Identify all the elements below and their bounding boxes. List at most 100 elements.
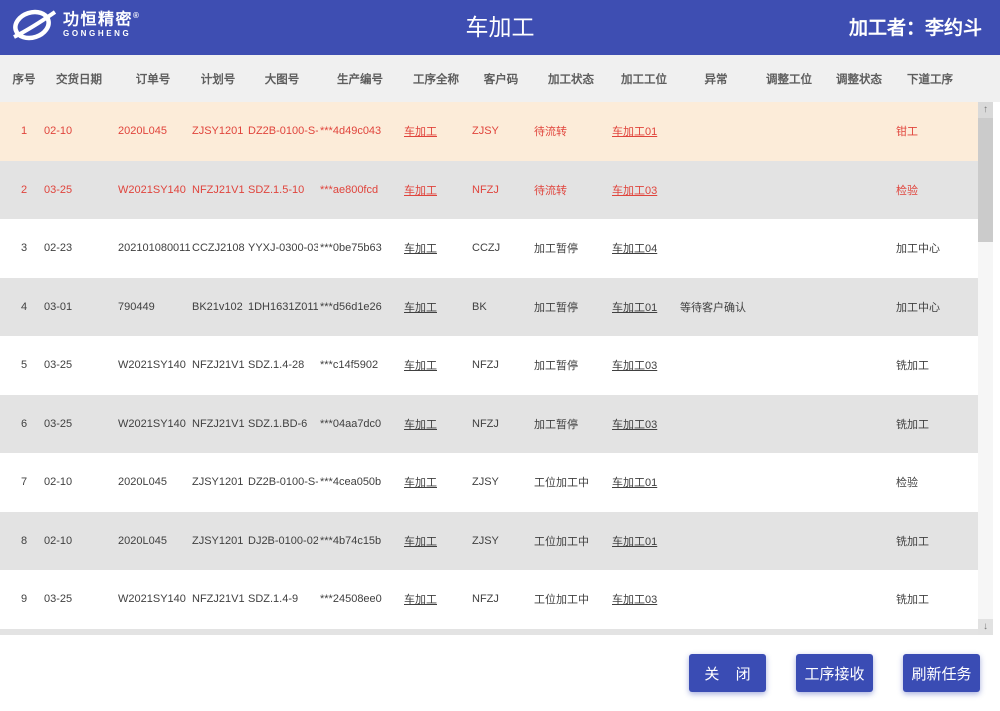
column-header: 加工状态 bbox=[532, 71, 610, 87]
table-cell-link[interactable]: 车加工 bbox=[402, 123, 470, 139]
table-cell-link[interactable]: 车加工 bbox=[402, 357, 470, 373]
lathe-processing-window: 功恒精密® GONGHENG 车加工 加工者：李约斗 序号交货日期订单号计划号大… bbox=[0, 0, 1000, 711]
refresh-tasks-button[interactable]: 刷新任务 bbox=[903, 654, 980, 692]
table-cell: 工位加工中 bbox=[532, 533, 610, 549]
table-cell: 03-25 bbox=[42, 593, 116, 605]
process-accept-button[interactable]: 工序接收 bbox=[796, 654, 873, 692]
footer-actions: 关 闭 工序接收 刷新任务 bbox=[0, 635, 1000, 711]
table-cell: W2021SY140 bbox=[116, 418, 190, 430]
table-cell: CCZJ2108 bbox=[190, 242, 246, 254]
table-cell: 03-25 bbox=[42, 359, 116, 371]
table-cell: 工位加工中 bbox=[532, 474, 610, 490]
table-cell: 加工暂停 bbox=[532, 240, 610, 256]
column-header: 调整工位 bbox=[754, 71, 824, 87]
table-cell: NFZJ21V1 bbox=[190, 418, 246, 430]
table-row[interactable]: 203-25W2021SY140NFZJ21V1SDZ.1.5-10***ae8… bbox=[0, 161, 978, 220]
table-cell: W2021SY140 bbox=[116, 184, 190, 196]
table-cell: 加工中心 bbox=[894, 240, 966, 256]
table-cell-link[interactable]: 车加工01 bbox=[610, 474, 678, 490]
table-cell: ZJSY1201 bbox=[190, 125, 246, 137]
table-cell-link[interactable]: 车加工 bbox=[402, 182, 470, 198]
table-cell-link[interactable]: 车加工 bbox=[402, 416, 470, 432]
app-header: 功恒精密® GONGHENG 车加工 加工者：李约斗 bbox=[0, 0, 1000, 55]
table-cell-link[interactable]: 车加工 bbox=[402, 474, 470, 490]
table-cell: 加工暂停 bbox=[532, 416, 610, 432]
table-row[interactable]: 702-102020L045ZJSY1201DZ2B-0100-S-N.1***… bbox=[0, 453, 978, 512]
table-cell: NFZJ bbox=[470, 184, 532, 196]
table-cell: 5 bbox=[6, 359, 42, 371]
table-cell: CCZJ bbox=[470, 242, 532, 254]
table-cell: DZ2B-0100-S-N- bbox=[246, 125, 318, 137]
table-cell-link[interactable]: 车加工 bbox=[402, 591, 470, 607]
column-header: 客户码 bbox=[470, 71, 532, 87]
table-body: 102-102020L045ZJSY1201DZ2B-0100-S-N-***4… bbox=[0, 102, 1000, 629]
table-cell: ***ae800fcd bbox=[318, 184, 402, 196]
table-cell-link[interactable]: 车加工03 bbox=[610, 182, 678, 198]
table-cell-link[interactable]: 车加工 bbox=[402, 533, 470, 549]
table-cell: 03-25 bbox=[42, 418, 116, 430]
operator-label: 加工者：李约斗 bbox=[849, 0, 982, 55]
table-cell: ***24508ee0 bbox=[318, 593, 402, 605]
table-cell: 铣加工 bbox=[894, 533, 966, 549]
scrollbar-thumb[interactable] bbox=[978, 118, 993, 242]
table-row[interactable]: 403-01790449BK21v1021DH1631Z011***d56d1e… bbox=[0, 278, 978, 337]
column-header: 交货日期 bbox=[42, 71, 116, 87]
table-cell: 待流转 bbox=[532, 182, 610, 198]
table-cell-link[interactable]: 车加工01 bbox=[610, 533, 678, 549]
table-cell: ***04aa7dc0 bbox=[318, 418, 402, 430]
column-header: 调整状态 bbox=[824, 71, 894, 87]
table-cell: 4 bbox=[6, 301, 42, 313]
column-header: 计划号 bbox=[190, 71, 246, 87]
table-cell: NFZJ bbox=[470, 359, 532, 371]
column-header: 生产编号 bbox=[318, 71, 402, 87]
table-cell: 2020L045 bbox=[116, 535, 190, 547]
table-cell: W2021SY140 bbox=[116, 593, 190, 605]
close-button[interactable]: 关 闭 bbox=[689, 654, 766, 692]
table-cell: BK bbox=[470, 301, 532, 313]
table-row[interactable]: 302-23202101080011CCZJ2108YYXJ-0300-03**… bbox=[0, 219, 978, 278]
table-cell-link[interactable]: 车加工03 bbox=[610, 591, 678, 607]
table-cell: 加工中心 bbox=[894, 299, 966, 315]
table-cell-link[interactable]: 车加工03 bbox=[610, 357, 678, 373]
table-cell: NFZJ21V1 bbox=[190, 593, 246, 605]
table-cell: 6 bbox=[6, 418, 42, 430]
column-header: 工序全称 bbox=[402, 71, 470, 87]
table-row[interactable]: 802-102020L045ZJSY1201DJ2B-0100-02-03***… bbox=[0, 512, 978, 571]
table-cell: BK21v102 bbox=[190, 301, 246, 313]
scroll-up-button[interactable]: ↑ bbox=[978, 102, 993, 118]
table-cell: 02-10 bbox=[42, 476, 116, 488]
table-cell: 03-25 bbox=[42, 184, 116, 196]
table-viewport: 102-102020L045ZJSY1201DZ2B-0100-S-N-***4… bbox=[0, 102, 1000, 635]
table-cell: 03-01 bbox=[42, 301, 116, 313]
table-cell: ***d56d1e26 bbox=[318, 301, 402, 313]
column-header: 下道工序 bbox=[894, 71, 966, 87]
scroll-down-button[interactable]: ↓ bbox=[978, 619, 993, 635]
table-cell-link[interactable]: 车加工01 bbox=[610, 123, 678, 139]
table-cell: 2020L045 bbox=[116, 125, 190, 137]
table-row[interactable]: 102-102020L045ZJSY1201DZ2B-0100-S-N-***4… bbox=[0, 102, 978, 161]
table-cell: 3 bbox=[6, 242, 42, 254]
table-cell: 7 bbox=[6, 476, 42, 488]
table-cell: DZ2B-0100-S-N.1 bbox=[246, 476, 318, 488]
table-cell-link[interactable]: 车加工03 bbox=[610, 416, 678, 432]
table-cell-link[interactable]: 车加工 bbox=[402, 240, 470, 256]
vertical-scrollbar[interactable]: ↑ ↓ bbox=[978, 102, 993, 635]
table-cell: 加工暂停 bbox=[532, 357, 610, 373]
table-cell: ZJSY1201 bbox=[190, 476, 246, 488]
table-cell: ***0be75b63 bbox=[318, 242, 402, 254]
table-cell: 02-10 bbox=[42, 125, 116, 137]
table-cell-link[interactable]: 车加工 bbox=[402, 299, 470, 315]
table-row[interactable]: 603-25W2021SY140NFZJ21V1SDZ.1.BD-6***04a… bbox=[0, 395, 978, 454]
table-row[interactable]: 903-25W2021SY140NFZJ21V1SDZ.1.4-9***2450… bbox=[0, 570, 978, 629]
table-cell: SDZ.1.BD-6 bbox=[246, 418, 318, 430]
column-header: 加工工位 bbox=[610, 71, 678, 87]
table-cell-link[interactable]: 车加工01 bbox=[610, 299, 678, 315]
table-cell: W2021SY140 bbox=[116, 359, 190, 371]
table-row[interactable]: 503-25W2021SY140NFZJ21V1SDZ.1.4-28***c14… bbox=[0, 336, 978, 395]
table-cell: 02-10 bbox=[42, 535, 116, 547]
table-cell-link[interactable]: 车加工04 bbox=[610, 240, 678, 256]
table-cell: 2 bbox=[6, 184, 42, 196]
table-cell: 铣加工 bbox=[894, 416, 966, 432]
table-cell: 8 bbox=[6, 535, 42, 547]
table-cell: NFZJ bbox=[470, 593, 532, 605]
